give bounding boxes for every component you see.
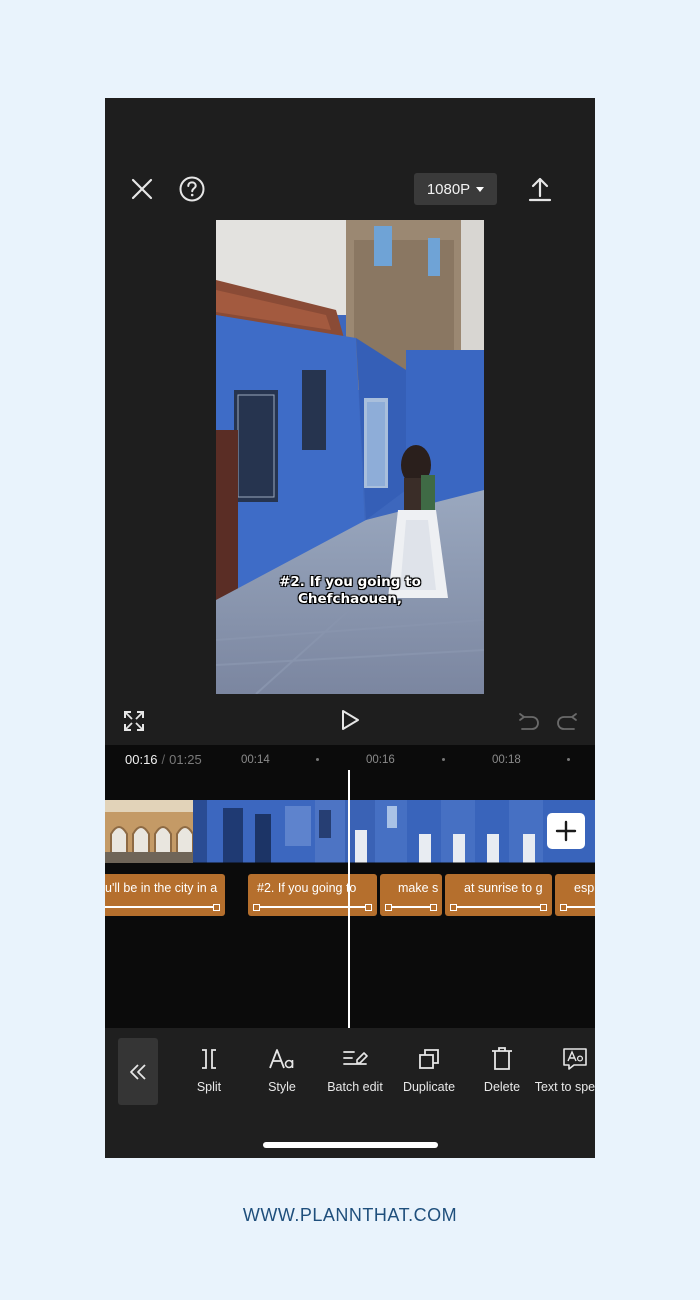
total-time: 01:25 (169, 752, 202, 767)
text-clip[interactable]: esp (555, 874, 595, 916)
text-clip-handle[interactable] (365, 904, 372, 911)
text-clip-bar (256, 906, 369, 908)
text-clip-handle[interactable] (430, 904, 437, 911)
chevron-down-icon (476, 186, 485, 192)
home-indicator[interactable] (263, 1142, 438, 1148)
split-icon (167, 1044, 251, 1074)
duplicate-button[interactable]: Duplicate (387, 1044, 471, 1095)
text-clip-label: #2. If you going to (257, 881, 357, 895)
edit-toolbar: Split Style Batch edit Duplicate Delete (105, 1028, 595, 1158)
tool-label: Batch edit (327, 1080, 383, 1094)
ruler-dot (442, 758, 445, 761)
tool-label: Split (196, 1080, 222, 1094)
double-chevron-left-icon (130, 1063, 146, 1080)
tool-label: Text to speech (534, 1080, 595, 1094)
text-clip-handle[interactable] (450, 904, 457, 911)
ruler-dot (316, 758, 319, 761)
ruler-tick-label: 00:16 (366, 754, 395, 766)
video-thumbnails (105, 800, 595, 863)
text-style-icon (240, 1044, 324, 1074)
play-button[interactable] (337, 707, 363, 733)
caption-overlay[interactable]: #2. If you going to Chefchaouen, (216, 574, 484, 608)
text-clip[interactable]: at sunrise to g (445, 874, 552, 916)
caption-line: #2. If you going to Chefchaouen, (279, 574, 421, 607)
undo-button[interactable] (516, 708, 542, 734)
fullscreen-icon (124, 711, 144, 731)
split-button[interactable]: Split (167, 1044, 251, 1095)
text-clip-handle[interactable] (540, 904, 547, 911)
batch-edit-button[interactable]: Batch edit (313, 1044, 397, 1095)
undo-icon (519, 713, 539, 730)
ruler-tick-label: 00:18 (492, 754, 521, 766)
timeline[interactable]: 00:16/01:25 00:14 00:16 00:18 u'll be in… (105, 745, 595, 1028)
help-button[interactable] (177, 174, 207, 204)
text-clip[interactable]: u'll be in the city in a (105, 874, 225, 916)
text-clip-bar (563, 906, 595, 908)
preview-image (216, 220, 484, 694)
help-icon (179, 176, 205, 202)
play-icon (342, 710, 359, 730)
plus-icon (555, 820, 577, 842)
time-separator: / (161, 752, 166, 767)
close-button[interactable] (127, 174, 157, 204)
footer-website: WWW.PLANNTHAT.COM (242, 1205, 458, 1225)
text-to-speech-button[interactable]: Text to speech (533, 1044, 595, 1095)
redo-icon (557, 713, 577, 730)
text-clip-label: u'll be in the city in a (105, 881, 218, 895)
tool-label: Delete (483, 1080, 521, 1094)
batch-edit-icon (313, 1044, 397, 1074)
duplicate-icon (387, 1044, 471, 1074)
collapse-button[interactable] (118, 1038, 158, 1105)
ruler-dot (567, 758, 570, 761)
delete-button[interactable]: Delete (460, 1044, 544, 1095)
add-clip-button[interactable] (547, 813, 585, 849)
time-ruler: 00:16/01:25 00:14 00:16 00:18 (105, 745, 595, 773)
text-clip-handle[interactable] (385, 904, 392, 911)
export-button[interactable] (525, 174, 555, 204)
playhead[interactable] (348, 770, 350, 1028)
close-icon (131, 178, 153, 200)
text-clip-handle[interactable] (213, 904, 220, 911)
time-readout: 00:16/01:25 (125, 752, 202, 767)
text-clip[interactable]: make s (380, 874, 442, 916)
text-clip-label: at sunrise to g (464, 881, 543, 895)
resolution-label: 1080P (426, 180, 471, 198)
editor-screen: 1080P #2. If you going to Chefchaouen, 0… (105, 98, 595, 1158)
text-clip-bar (453, 906, 544, 908)
resolution-dropdown[interactable]: 1080P (414, 173, 497, 205)
text-clip-bar (105, 906, 217, 908)
video-track[interactable] (105, 800, 595, 863)
fullscreen-button[interactable] (121, 708, 147, 734)
redo-button[interactable] (554, 708, 580, 734)
text-clip-label: make s (398, 881, 439, 895)
text-clip-bar (388, 906, 434, 908)
delete-icon (460, 1044, 544, 1074)
tool-label: Duplicate (402, 1080, 456, 1094)
text-clip-handle[interactable] (253, 904, 260, 911)
ruler-tick-label: 00:14 (241, 754, 270, 766)
text-clip-handle[interactable] (560, 904, 567, 911)
text-clip[interactable]: #2. If you going to (248, 874, 377, 916)
video-preview[interactable]: #2. If you going to Chefchaouen, (216, 220, 484, 694)
export-icon (528, 177, 552, 202)
text-clip-label: esp (574, 881, 595, 895)
current-time: 00:16 (125, 752, 158, 767)
text-to-speech-icon (533, 1044, 595, 1074)
tool-label: Style (268, 1080, 296, 1094)
style-button[interactable]: Style (240, 1044, 324, 1095)
